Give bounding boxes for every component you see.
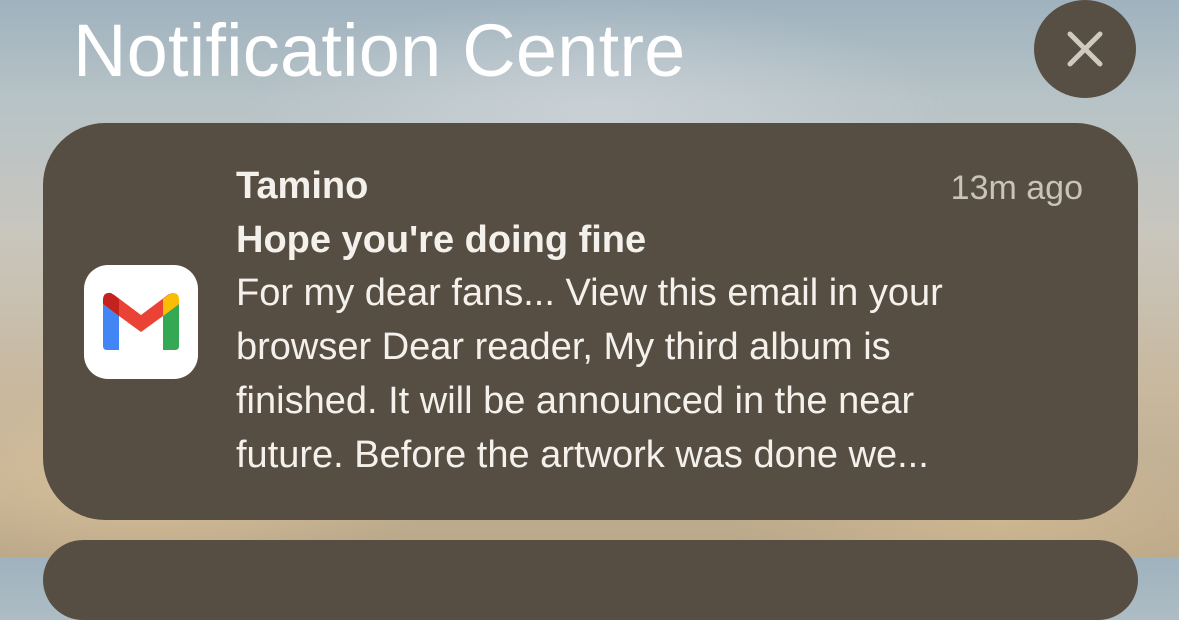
- notification-body-line: browser Dear reader, My third album is: [236, 326, 891, 368]
- notification-subject: Hope you're doing fine: [236, 219, 647, 261]
- notification-sender: Tamino: [236, 165, 369, 207]
- notification-body-line: For my dear fans... View this email in y…: [236, 272, 943, 314]
- gmail-icon: [84, 265, 198, 379]
- next-notification-card[interactable]: [43, 540, 1138, 620]
- notification-body: For my dear fans... View this email in y…: [236, 266, 1116, 482]
- notification-body-line: future. Before the artwork was done we..…: [236, 434, 929, 476]
- notification-time: 13m ago: [950, 169, 1083, 207]
- page-title: Notification Centre: [73, 9, 686, 92]
- notification-body-line: finished. It will be announced in the ne…: [236, 380, 915, 422]
- close-icon: [1067, 31, 1103, 67]
- close-button[interactable]: [1034, 0, 1136, 98]
